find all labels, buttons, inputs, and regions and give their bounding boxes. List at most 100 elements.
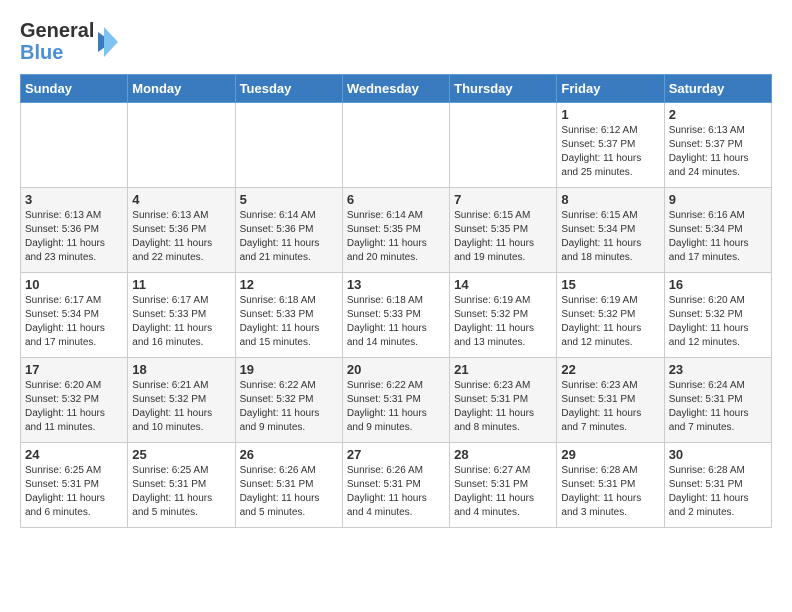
- day-number: 19: [240, 362, 338, 377]
- logo-arrow-icon: [98, 27, 118, 57]
- calendar-cell: 19Sunrise: 6:22 AM Sunset: 5:32 PM Dayli…: [235, 358, 342, 443]
- calendar-cell: [342, 103, 449, 188]
- day-info: Sunrise: 6:13 AM Sunset: 5:36 PM Dayligh…: [25, 209, 123, 265]
- day-number: 21: [454, 362, 552, 377]
- calendar-week-row: 3Sunrise: 6:13 AM Sunset: 5:36 PM Daylig…: [21, 188, 772, 273]
- page-header: GeneralBlue: [20, 20, 772, 64]
- day-number: 28: [454, 447, 552, 462]
- calendar-cell: 18 Sunrise: 6:21 AM Sunset: 5:32 PM Dayli…: [128, 358, 235, 443]
- day-info: Sunrise: 6:14 AM Sunset: 5:35 PM Dayligh…: [347, 209, 445, 265]
- day-of-week-header: Friday: [557, 75, 664, 103]
- day-info: Sunrise: 6:16 AM Sunset: 5:34 PM Dayligh…: [669, 209, 767, 265]
- day-info: Sunrise: 6:15 AM Sunset: 5:34 PM Dayligh…: [561, 209, 659, 265]
- day-info: Sunrise: 6:28 AM Sunset: 5:31 PM Dayligh…: [669, 464, 767, 520]
- day-info: Sunrise: 6:19 AM Sunset: 5:32 PM Dayligh…: [454, 294, 552, 350]
- calendar-week-row: 10Sunrise: 6:17 AM Sunset: 5:34 PM Dayli…: [21, 273, 772, 358]
- day-info: Sunrise: 6:13 AM Sunset: 5:37 PM Dayligh…: [669, 124, 767, 180]
- day-number: 2: [669, 107, 767, 122]
- day-info: Sunrise: 6:14 AM Sunset: 5:36 PM Dayligh…: [240, 209, 338, 265]
- calendar-cell: 1 Sunrise: 6:12 AM Sunset: 5:37 PM Daylig…: [557, 103, 664, 188]
- calendar-week-row: 17 Sunrise: 6:20 AM Sunset: 5:32 PM Dayli…: [21, 358, 772, 443]
- day-info: Sunrise: 6:25 AM Sunset: 5:31 PM Dayligh…: [132, 464, 230, 520]
- day-info: Sunrise: 6:23 AM Sunset: 5:31 PM Dayligh…: [454, 379, 552, 435]
- calendar-cell: 3Sunrise: 6:13 AM Sunset: 5:36 PM Daylig…: [21, 188, 128, 273]
- day-info: Sunrise: 6:22 AM Sunset: 5:31 PM Dayligh…: [347, 379, 445, 435]
- day-info: Sunrise: 6:15 AM Sunset: 5:35 PM Dayligh…: [454, 209, 552, 265]
- day-number: 24: [25, 447, 123, 462]
- calendar-header-row: SundayMondayTuesdayWednesdayThursdayFrid…: [21, 75, 772, 103]
- calendar-cell: 4 Sunrise: 6:13 AM Sunset: 5:36 PM Daylig…: [128, 188, 235, 273]
- day-number: 13: [347, 277, 445, 292]
- calendar-cell: 29Sunrise: 6:28 AM Sunset: 5:31 PM Dayli…: [557, 443, 664, 528]
- calendar-cell: 22 Sunrise: 6:23 AM Sunset: 5:31 PM Dayli…: [557, 358, 664, 443]
- day-info: Sunrise: 6:18 AM Sunset: 5:33 PM Dayligh…: [240, 294, 338, 350]
- calendar-cell: 26Sunrise: 6:26 AM Sunset: 5:31 PM Dayli…: [235, 443, 342, 528]
- day-info: Sunrise: 6:24 AM Sunset: 5:31 PM Dayligh…: [669, 379, 767, 435]
- day-info: Sunrise: 6:27 AM Sunset: 5:31 PM Dayligh…: [454, 464, 552, 520]
- day-of-week-header: Sunday: [21, 75, 128, 103]
- calendar-cell: 20 Sunrise: 6:22 AM Sunset: 5:31 PM Dayli…: [342, 358, 449, 443]
- day-info: Sunrise: 6:26 AM Sunset: 5:31 PM Dayligh…: [347, 464, 445, 520]
- calendar-cell: 30 Sunrise: 6:28 AM Sunset: 5:31 PM Dayli…: [664, 443, 771, 528]
- day-info: Sunrise: 6:20 AM Sunset: 5:32 PM Dayligh…: [669, 294, 767, 350]
- calendar-cell: 17 Sunrise: 6:20 AM Sunset: 5:32 PM Dayli…: [21, 358, 128, 443]
- calendar-cell: 27 Sunrise: 6:26 AM Sunset: 5:31 PM Dayli…: [342, 443, 449, 528]
- calendar-cell: 24 Sunrise: 6:25 AM Sunset: 5:31 PM Dayli…: [21, 443, 128, 528]
- day-info: Sunrise: 6:19 AM Sunset: 5:32 PM Dayligh…: [561, 294, 659, 350]
- calendar-cell: 11 Sunrise: 6:17 AM Sunset: 5:33 PM Dayli…: [128, 273, 235, 358]
- day-number: 8: [561, 192, 659, 207]
- day-of-week-header: Tuesday: [235, 75, 342, 103]
- day-info: Sunrise: 6:20 AM Sunset: 5:32 PM Dayligh…: [25, 379, 123, 435]
- day-info: Sunrise: 6:17 AM Sunset: 5:34 PM Dayligh…: [25, 294, 123, 350]
- day-number: 17: [25, 362, 123, 377]
- calendar-cell: [450, 103, 557, 188]
- day-of-week-header: Wednesday: [342, 75, 449, 103]
- day-info: Sunrise: 6:21 AM Sunset: 5:32 PM Dayligh…: [132, 379, 230, 435]
- day-number: 4: [132, 192, 230, 207]
- calendar-cell: 28 Sunrise: 6:27 AM Sunset: 5:31 PM Dayli…: [450, 443, 557, 528]
- day-number: 30: [669, 447, 767, 462]
- day-info: Sunrise: 6:23 AM Sunset: 5:31 PM Dayligh…: [561, 379, 659, 435]
- calendar-cell: 25 Sunrise: 6:25 AM Sunset: 5:31 PM Dayli…: [128, 443, 235, 528]
- calendar-cell: 5 Sunrise: 6:14 AM Sunset: 5:36 PM Daylig…: [235, 188, 342, 273]
- day-number: 12: [240, 277, 338, 292]
- day-number: 25: [132, 447, 230, 462]
- day-info: Sunrise: 6:17 AM Sunset: 5:33 PM Dayligh…: [132, 294, 230, 350]
- calendar-cell: 9 Sunrise: 6:16 AM Sunset: 5:34 PM Daylig…: [664, 188, 771, 273]
- calendar-table: SundayMondayTuesdayWednesdayThursdayFrid…: [20, 74, 772, 528]
- day-number: 6: [347, 192, 445, 207]
- logo-blue-text: Blue: [20, 42, 63, 64]
- calendar-cell: 2 Sunrise: 6:13 AM Sunset: 5:37 PM Daylig…: [664, 103, 771, 188]
- calendar-cell: [128, 103, 235, 188]
- day-number: 18: [132, 362, 230, 377]
- calendar-cell: 21 Sunrise: 6:23 AM Sunset: 5:31 PM Dayli…: [450, 358, 557, 443]
- day-number: 7: [454, 192, 552, 207]
- day-number: 27: [347, 447, 445, 462]
- calendar-week-row: 1 Sunrise: 6:12 AM Sunset: 5:37 PM Daylig…: [21, 103, 772, 188]
- calendar-cell: 7 Sunrise: 6:15 AM Sunset: 5:35 PM Daylig…: [450, 188, 557, 273]
- day-of-week-header: Thursday: [450, 75, 557, 103]
- day-number: 23: [669, 362, 767, 377]
- calendar-cell: [235, 103, 342, 188]
- day-number: 22: [561, 362, 659, 377]
- day-number: 1: [561, 107, 659, 122]
- day-info: Sunrise: 6:12 AM Sunset: 5:37 PM Dayligh…: [561, 124, 659, 180]
- day-number: 15: [561, 277, 659, 292]
- logo-text: GeneralBlue: [20, 20, 94, 64]
- day-number: 20: [347, 362, 445, 377]
- calendar-cell: 23 Sunrise: 6:24 AM Sunset: 5:31 PM Dayli…: [664, 358, 771, 443]
- day-number: 16: [669, 277, 767, 292]
- calendar-cell: 6 Sunrise: 6:14 AM Sunset: 5:35 PM Daylig…: [342, 188, 449, 273]
- day-of-week-header: Saturday: [664, 75, 771, 103]
- day-number: 9: [669, 192, 767, 207]
- calendar-cell: [21, 103, 128, 188]
- day-info: Sunrise: 6:13 AM Sunset: 5:36 PM Dayligh…: [132, 209, 230, 265]
- day-info: Sunrise: 6:18 AM Sunset: 5:33 PM Dayligh…: [347, 294, 445, 350]
- day-number: 11: [132, 277, 230, 292]
- calendar-cell: 10Sunrise: 6:17 AM Sunset: 5:34 PM Dayli…: [21, 273, 128, 358]
- day-number: 5: [240, 192, 338, 207]
- calendar-cell: 13 Sunrise: 6:18 AM Sunset: 5:33 PM Dayli…: [342, 273, 449, 358]
- day-number: 14: [454, 277, 552, 292]
- calendar-week-row: 24 Sunrise: 6:25 AM Sunset: 5:31 PM Dayli…: [21, 443, 772, 528]
- day-info: Sunrise: 6:25 AM Sunset: 5:31 PM Dayligh…: [25, 464, 123, 520]
